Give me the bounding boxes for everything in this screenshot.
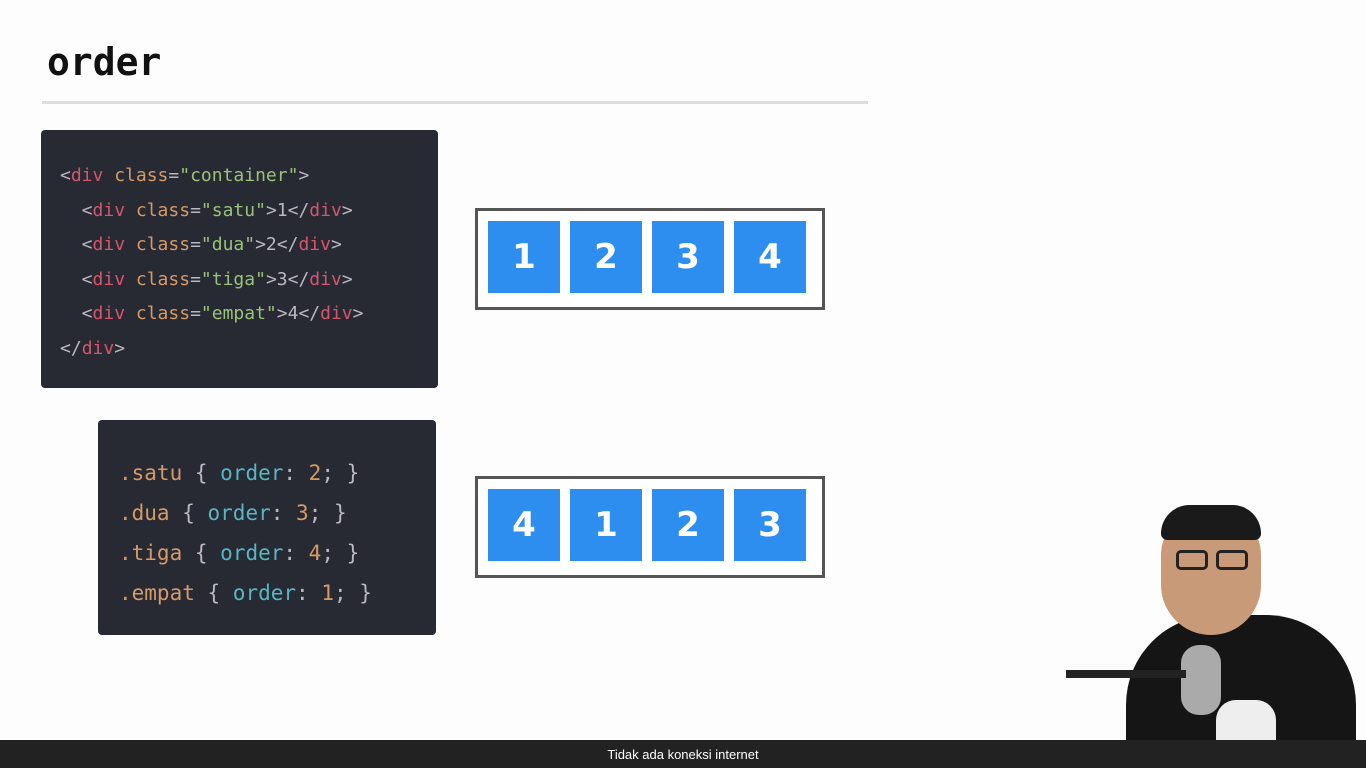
- code-token-attr: class: [103, 165, 169, 186]
- code-token-punct: >2</: [255, 234, 299, 255]
- code-token-attr: class: [125, 199, 191, 221]
- code-token-punct: ; }: [308, 501, 347, 525]
- code-token-tag: div: [309, 268, 342, 290]
- flex-item: 1: [488, 221, 560, 293]
- code-token-tag: div: [92, 268, 126, 290]
- code-token-punct: ; }: [321, 461, 360, 485]
- code-token-punct: =: [190, 303, 201, 324]
- code-token-punct: :: [270, 501, 297, 525]
- code-token-punct: :: [283, 461, 309, 485]
- title-divider: [42, 101, 868, 104]
- flex-item: 4: [488, 489, 560, 561]
- code-token-punct: =: [168, 165, 180, 186]
- code-token-sel: .satu: [119, 461, 183, 485]
- code-token-str: "empat": [200, 303, 277, 324]
- code-token-tag: div: [92, 199, 126, 221]
- code-token-prop: order: [207, 501, 271, 525]
- code-line: <div class="empat">4</div>: [60, 297, 438, 332]
- microphone-arm: [1066, 670, 1186, 678]
- css-code-block: .satu { order: 2; } .dua { order: 3; } .ti…: [98, 420, 436, 635]
- microphone: [1181, 645, 1221, 715]
- code-token-punct: <: [60, 303, 93, 324]
- flex-container-custom-order: 4123: [475, 476, 825, 578]
- code-token-punct: >1</: [265, 199, 310, 221]
- code-token-punct: >: [114, 337, 126, 359]
- code-token-prop: order: [220, 461, 284, 485]
- shirt-print: [1216, 700, 1276, 740]
- flex-item: 3: [652, 221, 724, 293]
- code-token-punct: :: [296, 581, 322, 605]
- code-token-punct: ; }: [333, 581, 372, 605]
- code-token-str: "dua": [200, 234, 256, 255]
- code-token-punct: >3</: [265, 268, 310, 290]
- presenter-video-overlay: [1066, 500, 1366, 740]
- presenter-hair: [1161, 505, 1261, 540]
- code-token-tag: div: [309, 199, 342, 221]
- code-token-sel: .empat: [119, 581, 195, 605]
- code-token-sel: .tiga: [119, 541, 183, 565]
- code-token-attr: class: [125, 268, 191, 290]
- code-token-punct: >: [298, 165, 310, 186]
- code-token-tag: div: [81, 337, 115, 359]
- code-token-tag: div: [320, 303, 353, 324]
- code-token-num: 2: [308, 461, 322, 485]
- code-token-punct: >: [341, 199, 353, 221]
- code-line: <div class="satu">1</div>: [60, 194, 438, 229]
- code-token-tag: div: [92, 303, 126, 324]
- code-token-punct: ; }: [321, 541, 360, 565]
- code-token-punct: =: [190, 268, 201, 290]
- code-token-punct: >: [330, 234, 342, 255]
- code-token-punct: {: [194, 581, 233, 605]
- code-line: <div class="dua">2</div>: [60, 228, 438, 263]
- flex-item: 2: [570, 221, 642, 293]
- code-token-punct: {: [182, 461, 221, 485]
- code-line: <div class="tiga">3</div>: [60, 263, 438, 298]
- code-token-punct: {: [182, 541, 221, 565]
- code-token-tag: div: [298, 234, 331, 255]
- code-token-sel: .dua: [119, 501, 170, 525]
- code-token-num: 3: [296, 501, 309, 525]
- code-line: .satu { order: 2; }: [119, 453, 436, 493]
- flex-item: 1: [570, 489, 642, 561]
- code-token-punct: =: [190, 199, 201, 221]
- code-line: .dua { order: 3; }: [119, 493, 436, 533]
- code-token-punct: =: [190, 234, 201, 255]
- code-line: .empat { order: 1; }: [119, 573, 436, 613]
- flex-item: 4: [734, 221, 806, 293]
- flex-item: 3: [734, 489, 806, 561]
- code-token-punct: :: [283, 541, 309, 565]
- code-token-punct: >: [352, 303, 364, 324]
- code-token-punct: </: [60, 337, 82, 359]
- flex-container-default-order: 1234: [475, 208, 825, 310]
- code-token-punct: <: [60, 234, 93, 255]
- flex-item: 2: [652, 489, 724, 561]
- code-token-prop: order: [232, 581, 297, 605]
- glasses-left-lens: [1176, 550, 1208, 570]
- code-line: </div>: [60, 332, 438, 367]
- slide-title: order: [47, 40, 162, 84]
- code-token-punct: {: [169, 501, 208, 525]
- connection-status-message: Tidak ada koneksi internet: [607, 746, 759, 762]
- code-token-str: "satu": [200, 199, 266, 221]
- code-token-num: 1: [321, 581, 334, 605]
- glasses-right-lens: [1216, 550, 1248, 570]
- code-token-punct: >4</: [276, 303, 321, 324]
- code-token-str: "container": [179, 165, 299, 186]
- code-token-punct: <: [60, 268, 93, 290]
- code-token-tag: div: [92, 234, 126, 255]
- code-token-prop: order: [220, 541, 284, 565]
- code-token-tag: div: [70, 165, 104, 186]
- status-bar: Tidak ada koneksi internet: [0, 740, 1366, 768]
- code-token-punct: <: [60, 199, 93, 221]
- code-line: .tiga { order: 4; }: [119, 533, 436, 573]
- code-token-str: "tiga": [200, 268, 266, 290]
- code-token-attr: class: [125, 234, 191, 255]
- code-token-punct: <: [60, 165, 71, 186]
- code-line: <div class="container">: [60, 159, 438, 194]
- code-token-punct: >: [341, 268, 353, 290]
- code-token-attr: class: [125, 303, 191, 324]
- code-token-num: 4: [308, 541, 322, 565]
- html-code-block: <div class="container"> <div class="satu…: [41, 130, 438, 388]
